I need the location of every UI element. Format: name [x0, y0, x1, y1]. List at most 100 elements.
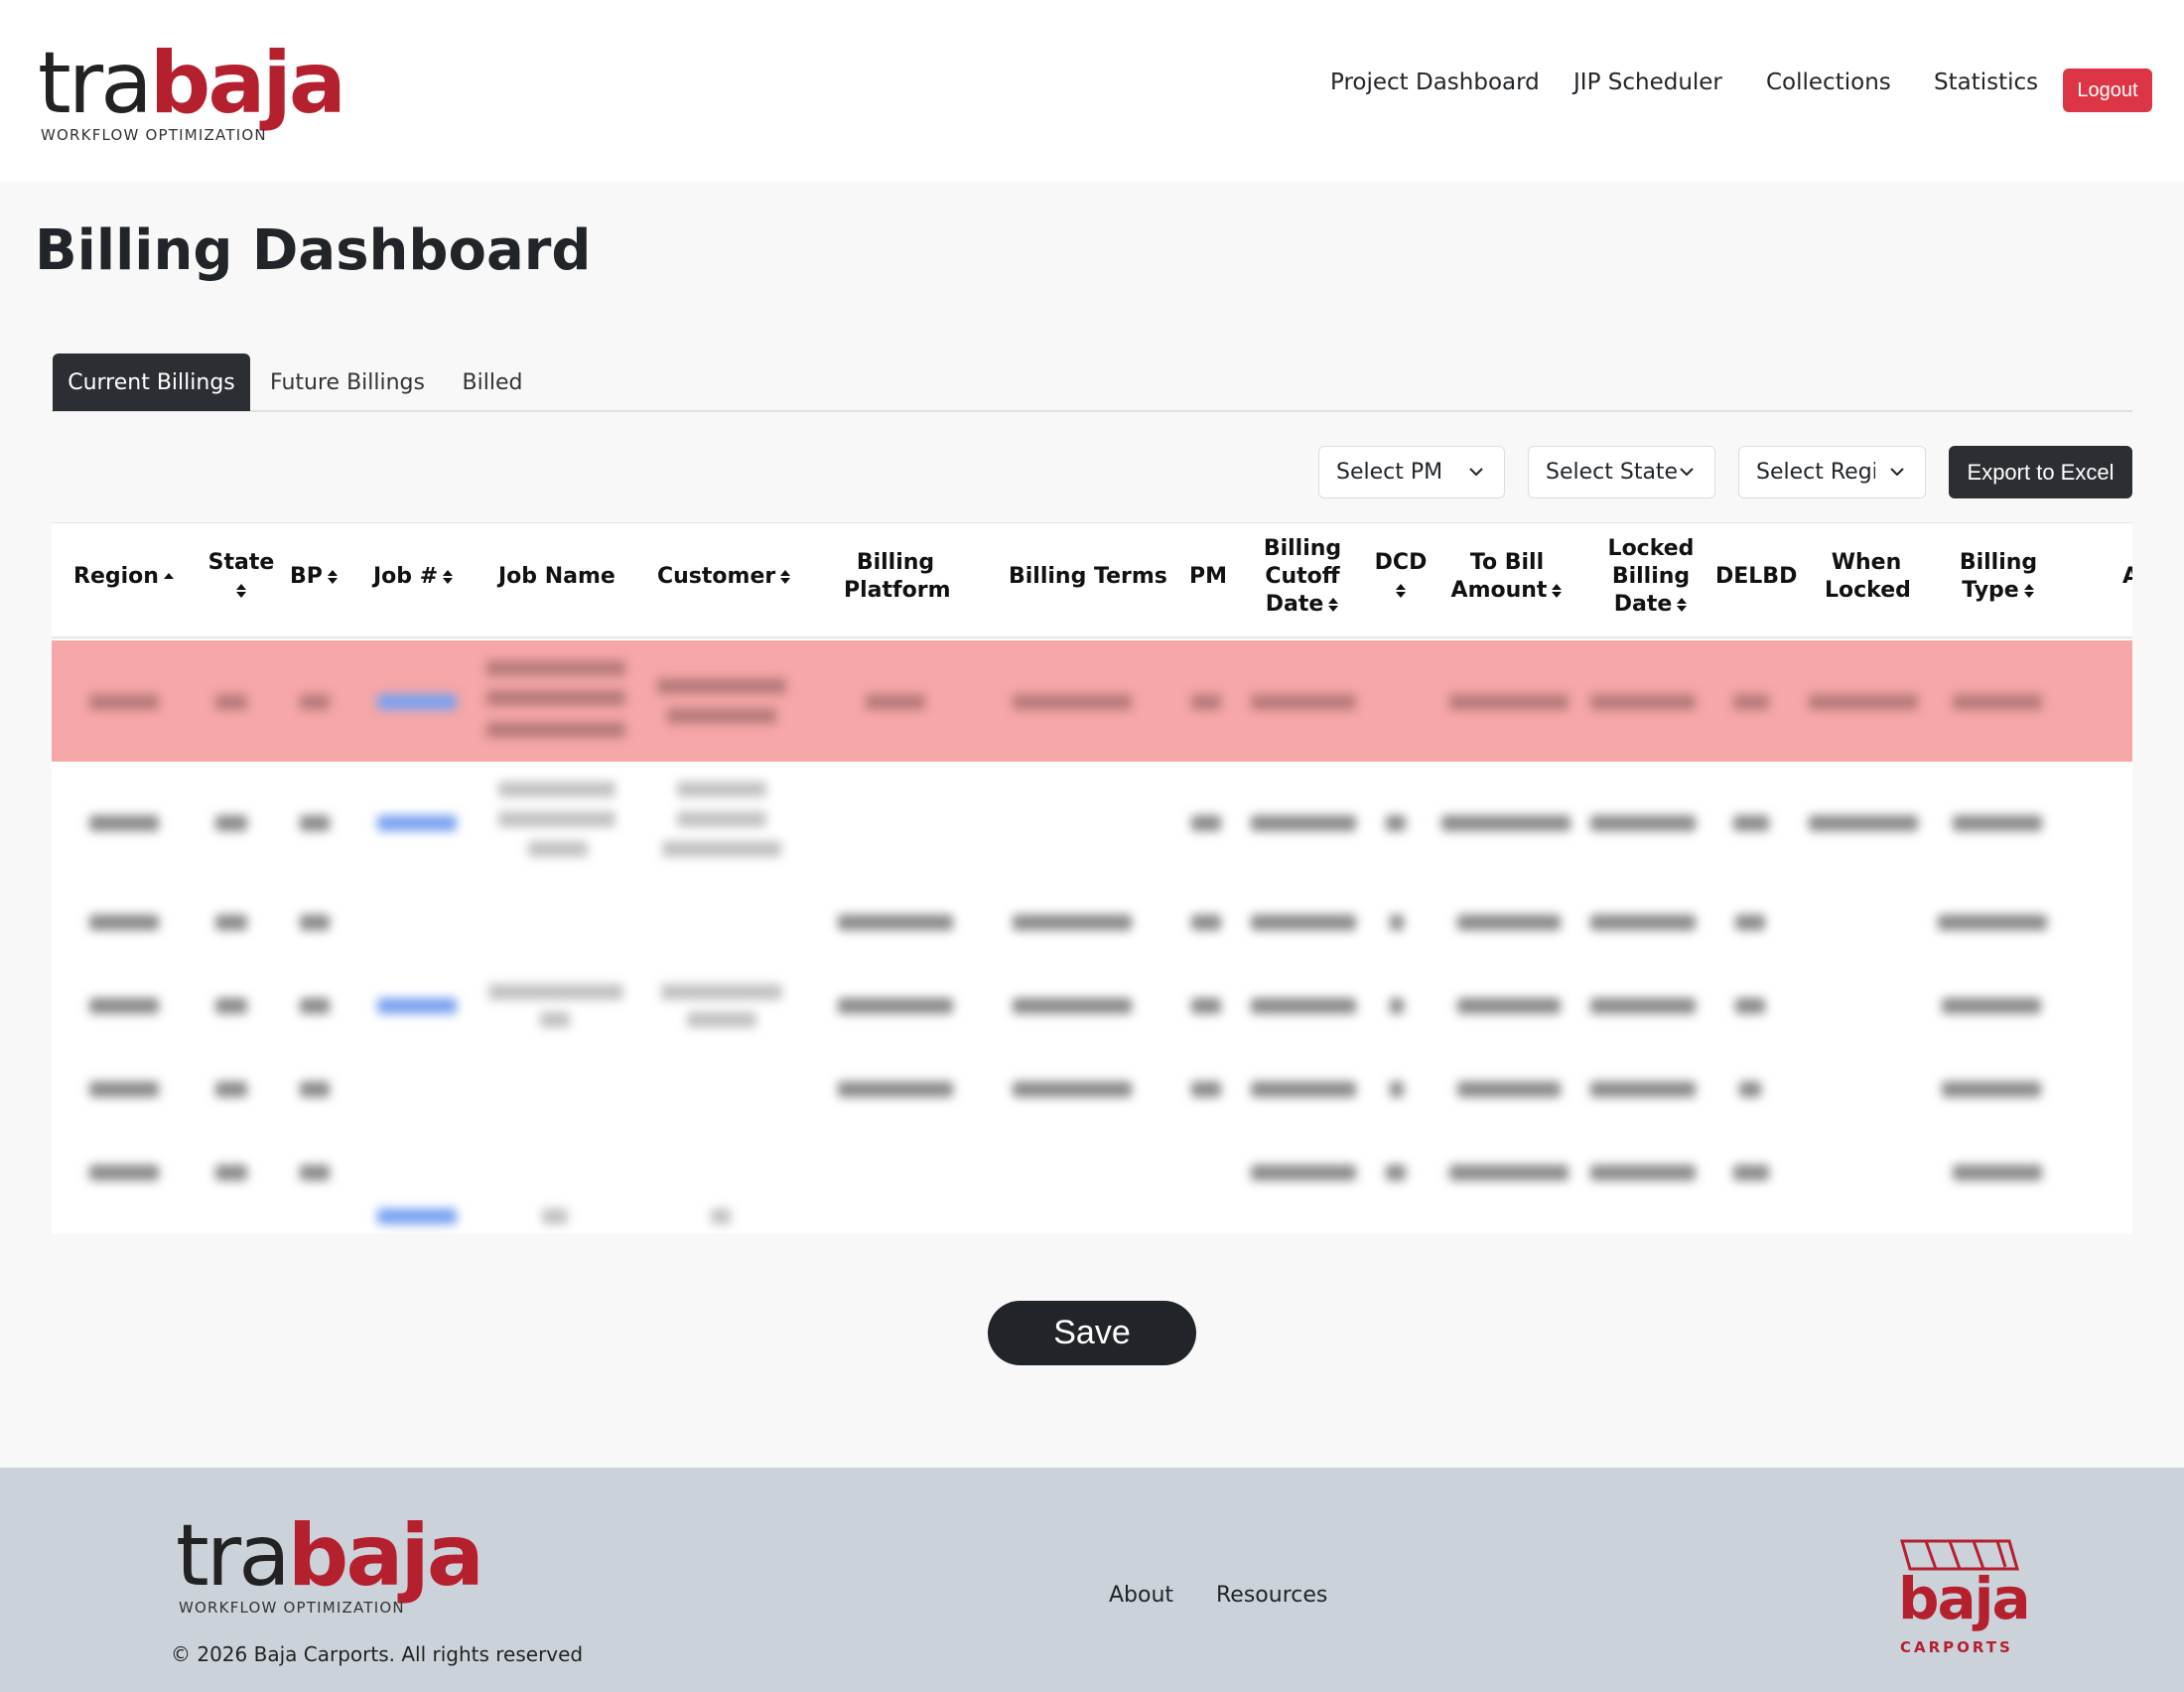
table-cell — [711, 1208, 731, 1224]
col-header-when-locked: When Locked — [1825, 550, 1911, 603]
table-cell — [1735, 998, 1765, 1014]
table-cell — [89, 815, 159, 831]
table-cell-link[interactable] — [377, 694, 457, 710]
col-header-billing-platform: Billing Platform — [844, 550, 951, 603]
table-row[interactable] — [52, 1048, 2132, 1131]
table-cell — [1942, 1081, 2041, 1097]
table-cell — [1457, 998, 1561, 1014]
table-cell — [677, 781, 766, 797]
col-header-region[interactable]: Region — [73, 563, 175, 591]
table-cell — [1013, 998, 1132, 1014]
table-cell — [215, 1081, 247, 1097]
logo-tagline: WORKFLOW OPTIMIZATION — [179, 1599, 405, 1617]
table-row[interactable] — [52, 881, 2132, 964]
col-header-billing-cutoff-date[interactable]: Billing Cutoff Date — [1259, 535, 1346, 619]
billing-table: Region State BP Job # Job Name Customer … — [52, 522, 2132, 1233]
col-header-bp[interactable]: BP — [290, 563, 339, 591]
table-cell — [1449, 694, 1569, 710]
footer-link-resources[interactable]: Resources — [1216, 1583, 1327, 1608]
sort-asc-icon — [163, 573, 174, 579]
table-row[interactable] — [52, 1131, 2132, 1233]
table-cell-link[interactable] — [377, 815, 457, 831]
table-cell — [89, 694, 159, 710]
logo-tagline: WORKFLOW OPTIMIZATION — [41, 126, 267, 144]
table-cell — [1251, 915, 1356, 930]
table-cell — [1953, 1165, 2042, 1181]
tab-billed[interactable]: Billed — [455, 353, 530, 411]
logo-word-tra: tra — [176, 1506, 291, 1606]
table-cell — [1733, 815, 1769, 831]
sort-icon — [1328, 598, 1339, 612]
table-cell — [540, 1012, 570, 1028]
nav-jip-scheduler[interactable]: JIP Scheduler — [1573, 70, 1722, 95]
table-cell — [667, 708, 776, 724]
table-row[interactable] — [52, 964, 2132, 1048]
tab-future-billings[interactable]: Future Billings — [268, 353, 427, 411]
table-cell — [1590, 1081, 1696, 1097]
table-cell — [215, 694, 247, 710]
col-header-customer[interactable]: Customer — [657, 563, 791, 591]
table-cell — [89, 1081, 159, 1097]
col-header-delbd: DELBD — [1715, 564, 1798, 589]
col-header-to-bill-amount[interactable]: To Bill Amount — [1449, 549, 1565, 605]
col-header-dcd[interactable]: DCD — [1372, 549, 1430, 605]
table-cell — [1449, 1165, 1569, 1181]
table-cell — [1733, 694, 1769, 710]
page-title: Billing Dashboard — [35, 218, 592, 283]
footer: trabaja WORKFLOW OPTIMIZATION © 2026 Baj… — [0, 1468, 2184, 1692]
table-cell — [486, 660, 625, 676]
table-cell — [1013, 915, 1132, 930]
table-cell — [1953, 815, 2042, 831]
col-header-truncated: A — [2122, 563, 2132, 591]
table-cell — [1457, 1081, 1561, 1097]
logout-button[interactable]: Logout — [2063, 69, 2152, 112]
select-pm-dropdown[interactable]: Select PM — [1318, 446, 1505, 498]
export-to-excel-button[interactable]: Export to Excel — [1949, 446, 2132, 498]
table-cell-link[interactable] — [377, 1208, 457, 1224]
table-cell — [1590, 1165, 1696, 1181]
table-cell — [1251, 998, 1356, 1014]
table-cell — [1590, 915, 1696, 930]
trabaja-logo[interactable]: trabaja WORKFLOW OPTIMIZATION — [38, 38, 346, 147]
top-header: trabaja WORKFLOW OPTIMIZATION Project Da… — [0, 0, 2184, 182]
baja-carports-logo: baja CARPORTS — [1894, 1537, 2031, 1666]
nav-statistics[interactable]: Statistics — [1934, 70, 2038, 95]
table-cell-link[interactable] — [377, 998, 457, 1014]
table-cell — [1590, 815, 1696, 831]
table-cell — [1390, 998, 1404, 1014]
sort-icon — [2023, 584, 2034, 598]
table-cell — [1441, 815, 1570, 831]
sort-icon — [1552, 584, 1563, 598]
chevron-down-icon — [1890, 468, 1904, 477]
table-cell — [1386, 1165, 1406, 1181]
footer-link-about[interactable]: About — [1109, 1583, 1173, 1608]
nav-project-dashboard[interactable]: Project Dashboard — [1330, 70, 1540, 95]
table-cell — [300, 915, 330, 930]
table-cell — [1733, 1165, 1769, 1181]
col-header-pm: PM — [1189, 564, 1228, 589]
table-cell — [89, 915, 159, 930]
nav-collections[interactable]: Collections — [1766, 70, 1891, 95]
col-header-state[interactable]: State — [205, 549, 277, 605]
table-cell — [1938, 915, 2047, 930]
col-header-job-number[interactable]: Job # — [373, 563, 454, 591]
select-region-dropdown[interactable]: Select Region — [1738, 446, 1926, 498]
table-cell — [1191, 998, 1221, 1014]
select-state-dropdown[interactable]: Select State — [1528, 446, 1715, 498]
table-cell — [1590, 998, 1696, 1014]
table-cell — [1809, 694, 1918, 710]
table-cell — [838, 998, 953, 1014]
table-cell — [687, 1012, 756, 1028]
table-cell — [657, 678, 786, 694]
save-button[interactable]: Save — [988, 1301, 1196, 1365]
col-header-locked-billing-date[interactable]: Locked Billing Date — [1606, 535, 1696, 619]
table-cell — [1191, 815, 1221, 831]
table-row[interactable] — [52, 762, 2132, 881]
table-cell — [1191, 915, 1221, 930]
table-row-highlighted[interactable] — [52, 640, 2132, 762]
col-header-billing-type[interactable]: Billing Type — [1954, 549, 2043, 605]
tab-current-billings[interactable]: Current Billings — [53, 353, 250, 411]
footer-trabaja-logo[interactable]: trabaja WORKFLOW OPTIMIZATION — [176, 1510, 484, 1620]
copyright-text: © 2026 Baja Carports. All rights reserve… — [171, 1642, 584, 1666]
table-cell — [1013, 1081, 1132, 1097]
